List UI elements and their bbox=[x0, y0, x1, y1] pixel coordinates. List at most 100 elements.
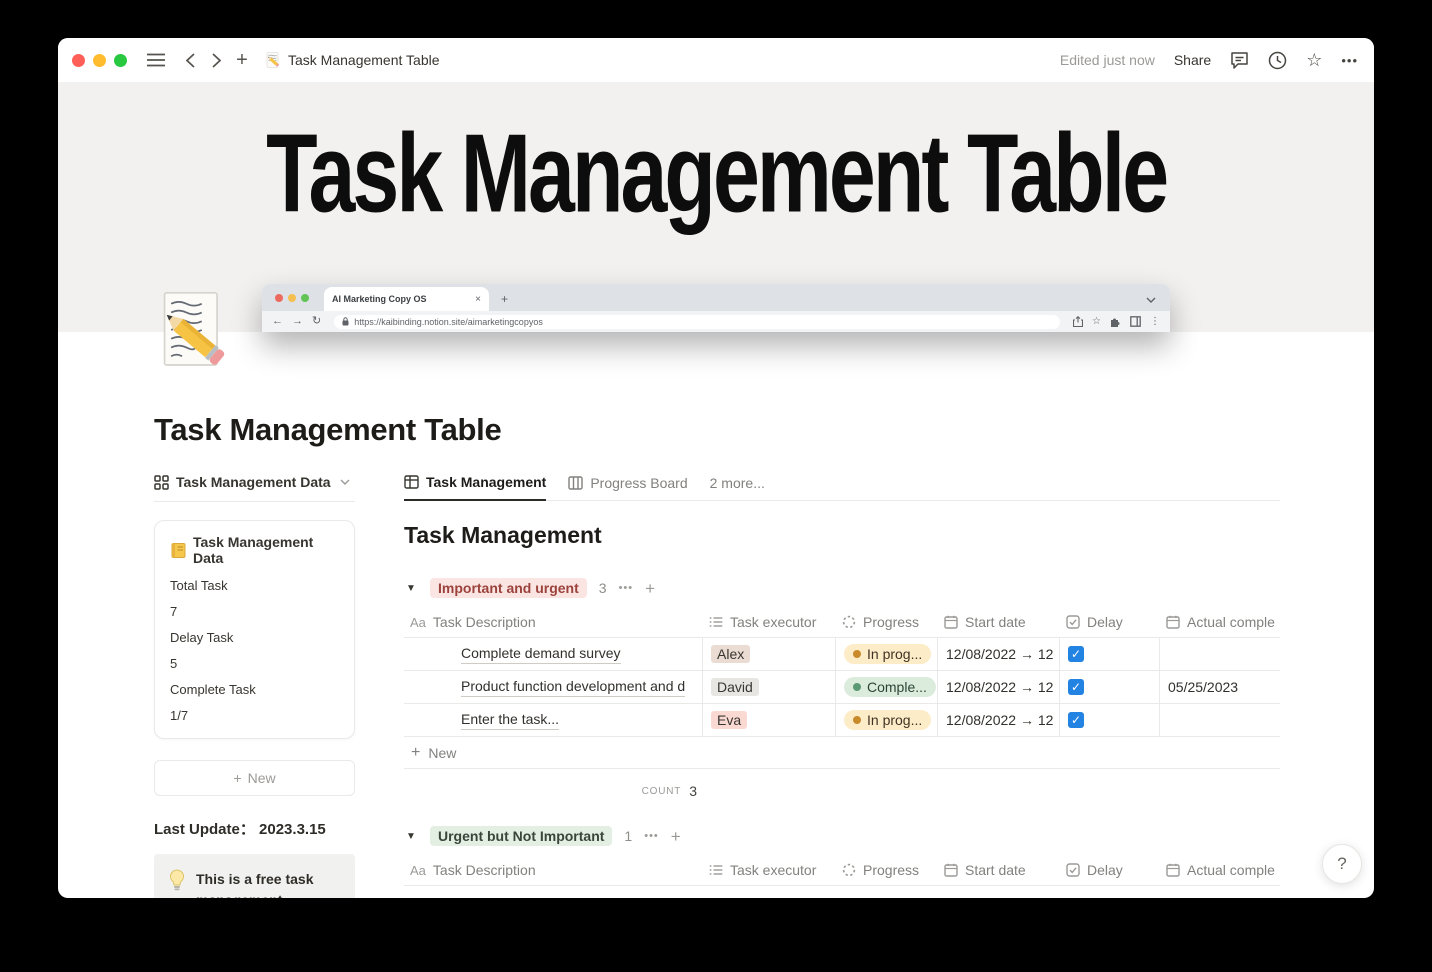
app-window: + Task Management Table Edited just now bbox=[58, 38, 1374, 898]
stat-label: Total Task bbox=[170, 578, 228, 593]
history-button[interactable] bbox=[1268, 51, 1287, 70]
plus-icon: + bbox=[233, 770, 242, 786]
stat-value: 7 bbox=[170, 604, 178, 619]
share-button[interactable]: Share bbox=[1174, 52, 1211, 68]
progress-cell[interactable]: In prog... bbox=[836, 638, 938, 670]
sidebar-view-label: Task Management Data bbox=[176, 474, 331, 490]
last-update: Last Update： 2023.3.15 bbox=[154, 821, 326, 838]
group-badge[interactable]: Important and urgent bbox=[430, 578, 587, 598]
table-row: Complete demand survey Alex In prog... 1… bbox=[404, 638, 1280, 671]
date-property-icon bbox=[1166, 615, 1180, 629]
help-button[interactable]: ? bbox=[1322, 844, 1362, 884]
executor-cell[interactable]: Eva bbox=[703, 704, 836, 736]
column-header-start-date[interactable]: Start date bbox=[938, 607, 1060, 637]
group-menu-button[interactable]: ••• bbox=[619, 582, 634, 594]
column-header-actual-completion[interactable]: Actual comple bbox=[1160, 607, 1280, 637]
date-property-icon bbox=[944, 863, 958, 877]
executor-cell[interactable]: Alex bbox=[703, 638, 836, 670]
tab-progress-board[interactable]: Progress Board bbox=[568, 475, 688, 500]
group-add-button[interactable]: + bbox=[671, 828, 681, 845]
delay-cell[interactable] bbox=[1060, 671, 1160, 703]
count-value: 3 bbox=[689, 783, 697, 799]
data-summary-card[interactable]: Task Management Data Total Task 7 Delay … bbox=[154, 520, 355, 739]
minimize-window-button[interactable] bbox=[93, 53, 106, 67]
close-window-button[interactable] bbox=[72, 53, 85, 67]
task-title-cell[interactable]: Complete demand survey bbox=[404, 638, 703, 670]
group-badge[interactable]: Urgent but Not Important bbox=[430, 826, 613, 846]
group-menu-button[interactable]: ••• bbox=[644, 830, 659, 842]
column-header-start-date[interactable]: Start date bbox=[938, 855, 1060, 885]
actual-date-cell[interactable] bbox=[1160, 704, 1280, 736]
table-row: Product function development and d David… bbox=[404, 671, 1280, 704]
sidebar-new-button[interactable]: + New bbox=[154, 760, 355, 796]
delay-checkbox-checked[interactable] bbox=[1068, 679, 1084, 695]
delay-checkbox-checked[interactable] bbox=[1068, 712, 1084, 728]
column-header-delay[interactable]: Delay bbox=[1060, 855, 1160, 885]
start-date-cell[interactable]: 12/08/2022 → 12 bbox=[938, 638, 1060, 670]
start-date-cell[interactable]: 12/08/2022 → 12 bbox=[938, 671, 1060, 703]
info-callout: This is a free task management system. bbox=[154, 854, 355, 898]
column-header-task-executor[interactable]: Task executor bbox=[703, 607, 836, 637]
card-title: Task Management Data bbox=[193, 534, 314, 566]
group-add-button[interactable]: + bbox=[645, 580, 655, 597]
star-icon: ☆ bbox=[1306, 50, 1323, 70]
task-title-cell[interactable]: Product function development and d bbox=[404, 671, 703, 703]
chevron-down-icon bbox=[340, 479, 350, 485]
breadcrumb[interactable]: Task Management Table bbox=[265, 52, 440, 68]
share-icon bbox=[1073, 316, 1084, 327]
page-icon-memo[interactable] bbox=[158, 290, 228, 370]
column-header-progress[interactable]: Progress bbox=[836, 855, 938, 885]
group-header-important-urgent: ▼ Important and urgent 3 ••• + bbox=[404, 573, 1280, 603]
more-options-button[interactable]: ••• bbox=[1341, 53, 1358, 68]
column-header-actual-completion[interactable]: Actual comple bbox=[1160, 855, 1280, 885]
tab-task-management[interactable]: Task Management bbox=[404, 474, 547, 501]
delay-cell[interactable] bbox=[1060, 638, 1160, 670]
status-property-icon bbox=[842, 863, 856, 877]
actual-date-cell[interactable] bbox=[1160, 638, 1280, 670]
tabs-more-button[interactable]: 2 more... bbox=[710, 475, 765, 500]
comments-button[interactable] bbox=[1230, 51, 1249, 69]
mockup-toolbar-icons: ☆ ⋮ bbox=[1073, 316, 1160, 327]
select-property-icon bbox=[709, 864, 723, 876]
mockup-close-icon bbox=[275, 294, 283, 302]
add-row-button[interactable]: + New bbox=[404, 737, 1280, 769]
column-header-delay[interactable]: Delay bbox=[1060, 607, 1160, 637]
table-header-row: Aa Task Description Task executor Progre… bbox=[404, 607, 1280, 638]
start-date-cell[interactable]: 12/08/2022 → 12 bbox=[938, 704, 1060, 736]
nav-back-button[interactable] bbox=[177, 47, 203, 73]
group-toggle-icon[interactable]: ▼ bbox=[404, 583, 418, 594]
column-header-task-description[interactable]: Aa Task Description bbox=[404, 855, 703, 885]
sidebar-toggle-button[interactable] bbox=[143, 47, 169, 73]
executor-cell[interactable]: David bbox=[703, 671, 836, 703]
delay-checkbox-checked[interactable] bbox=[1068, 646, 1084, 662]
question-mark-icon: ? bbox=[1337, 854, 1347, 873]
sidepanel-icon bbox=[1130, 316, 1141, 327]
column-header-progress[interactable]: Progress bbox=[836, 607, 938, 637]
person-tag: David bbox=[711, 678, 759, 696]
column-header-task-description[interactable]: Aa Task Description bbox=[404, 607, 703, 637]
select-property-icon bbox=[709, 616, 723, 628]
mockup-zoom-icon bbox=[301, 294, 309, 302]
titlebar: + Task Management Table Edited just now bbox=[58, 38, 1374, 82]
sidebar-view-switcher[interactable]: Task Management Data bbox=[154, 474, 355, 502]
progress-cell[interactable]: Comple... bbox=[836, 671, 938, 703]
column-header-task-executor[interactable]: Task executor bbox=[703, 855, 836, 885]
date-property-icon bbox=[944, 615, 958, 629]
group-toggle-icon[interactable]: ▼ bbox=[404, 831, 418, 842]
view-tabs: Task Management Progress Board 2 more... bbox=[404, 474, 1280, 501]
favorite-button[interactable]: ☆ bbox=[1306, 51, 1322, 69]
progress-cell[interactable]: In prog... bbox=[836, 704, 938, 736]
delay-cell[interactable] bbox=[1060, 704, 1160, 736]
chevron-down-icon bbox=[1146, 297, 1156, 303]
zoom-window-button[interactable] bbox=[114, 53, 127, 67]
page-cover: Task Management Table AI Marketing Copy … bbox=[58, 82, 1374, 332]
mockup-minimize-icon bbox=[288, 294, 296, 302]
mockup-navbar: ← → ↻ https://kaibinding.notion.site/aim… bbox=[262, 311, 1170, 332]
nav-forward-button[interactable] bbox=[203, 47, 229, 73]
checkbox-property-icon bbox=[1066, 615, 1080, 629]
new-tab-button[interactable]: + bbox=[229, 47, 255, 73]
actual-date-cell[interactable]: 05/25/2023 bbox=[1160, 671, 1280, 703]
mockup-tab-title: AI Marketing Copy OS bbox=[332, 294, 427, 304]
task-title-cell[interactable]: Enter the task... bbox=[404, 704, 703, 736]
group-count-row: COUNT 1 bbox=[404, 886, 1280, 898]
